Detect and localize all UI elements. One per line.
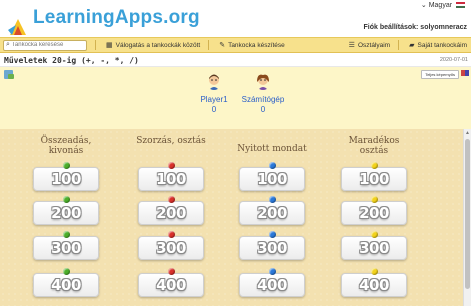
question-card[interactable]: 400 <box>33 268 99 297</box>
question-card[interactable]: 400 <box>138 268 204 297</box>
player-card-1: Player1 0 <box>194 74 234 114</box>
question-card[interactable]: 100 <box>33 162 99 191</box>
app-icon[interactable] <box>4 70 14 79</box>
pin-icon <box>269 196 276 203</box>
logo-icon[interactable] <box>8 16 28 36</box>
pin-icon <box>269 268 276 275</box>
card-value: 300 <box>359 239 389 257</box>
question-card[interactable]: 200 <box>239 196 305 225</box>
search-input[interactable] <box>11 42 82 48</box>
nav-my-apps[interactable]: ▰ Saját tankockáim <box>409 41 468 50</box>
card-value: 400 <box>257 276 287 294</box>
nav-create[interactable]: ✎ Tankocka készítése <box>219 41 285 50</box>
card-value: 100 <box>51 170 81 188</box>
pin-icon <box>168 268 175 275</box>
search-box[interactable]: ⌕ <box>3 39 87 51</box>
player-card-2: Számítógép 0 <box>237 74 289 114</box>
card-value: 200 <box>51 204 81 222</box>
question-card[interactable]: 400 <box>239 268 305 297</box>
category-title: Nyitott mondat <box>237 144 307 154</box>
page-date: 2020-07-01 <box>439 57 468 63</box>
girl-avatar-icon <box>257 74 269 90</box>
pin-icon <box>269 231 276 238</box>
nav-create-label: Tankocka készítése <box>228 41 285 49</box>
pencil-icon: ✎ <box>219 42 226 49</box>
nav-browse[interactable]: ▦ Válogatás a tankockák között <box>106 41 201 50</box>
card-value: 200 <box>257 204 287 222</box>
nav-classes[interactable]: ☰ Osztályaim <box>348 41 391 50</box>
nav-bar: ⌕ ▦ Válogatás a tankockák között ✎ Tanko… <box>0 37 471 53</box>
card-value: 400 <box>156 276 186 294</box>
question-card[interactable]: 100 <box>239 162 305 191</box>
grid-icon: ▦ <box>106 42 113 49</box>
card-value: 100 <box>156 170 186 188</box>
app-title-bar: Műveletek 20-ig (+, -, *, /) 2020-07-01 <box>0 54 471 67</box>
card-value: 200 <box>359 204 389 222</box>
card-value: 100 <box>257 170 287 188</box>
flag-icon[interactable] <box>461 70 469 76</box>
pin-icon <box>63 231 70 238</box>
pin-icon <box>63 162 70 169</box>
player-name: Számítógép <box>241 95 285 104</box>
nav-my-apps-label: Saját tankockáim <box>417 41 468 49</box>
card-value: 200 <box>156 204 186 222</box>
player-score: 0 <box>260 105 266 114</box>
card-value: 300 <box>51 239 81 257</box>
account-link[interactable]: Fiók beállítások: solyomneracz <box>364 24 467 31</box>
question-card[interactable]: 300 <box>33 231 99 260</box>
scroll-up-icon[interactable]: ▲ <box>465 130 470 136</box>
folder-icon: ▰ <box>409 42 415 49</box>
card-value: 300 <box>156 239 186 257</box>
list-icon: ☰ <box>348 42 355 49</box>
pin-icon <box>269 162 276 169</box>
category-title: Maradékos osztás <box>348 136 400 156</box>
card-value: 400 <box>51 276 81 294</box>
pin-icon <box>371 268 378 275</box>
flag-icon <box>456 2 465 9</box>
pin-icon <box>371 162 378 169</box>
fullscreen-button[interactable]: Teljes képernyős <box>421 70 459 79</box>
card-value: 300 <box>257 239 287 257</box>
question-card[interactable]: 300 <box>341 231 407 260</box>
player-score: 0 <box>211 105 217 114</box>
scrollbar-thumb[interactable] <box>465 139 470 289</box>
chevron-down-icon: ⌄ <box>420 2 427 9</box>
category-title: Összeadás, kivonás <box>40 136 92 156</box>
question-card[interactable]: 200 <box>341 196 407 225</box>
divider <box>398 40 400 50</box>
question-card[interactable]: 200 <box>33 196 99 225</box>
category-title: Szorzás, osztás <box>136 136 206 146</box>
divider <box>208 40 210 50</box>
boy-avatar-icon <box>209 74 219 90</box>
search-icon: ⌕ <box>6 41 10 48</box>
players-panel: Teljes képernyős Player1 0 Számítógép 0 <box>0 67 471 129</box>
pin-icon <box>168 196 175 203</box>
pin-icon <box>371 231 378 238</box>
logo-text[interactable]: LearningApps.org <box>33 7 200 29</box>
page-title: Műveletek 20-ig (+, -, *, /) <box>4 56 139 65</box>
site-header: LearningApps.org ⌄ Magyar Fiók beállítás… <box>0 0 471 37</box>
language-selector[interactable]: ⌄ Magyar <box>421 1 465 9</box>
nav-classes-label: Osztályaim <box>357 41 391 49</box>
pin-icon <box>63 268 70 275</box>
pin-icon <box>63 196 70 203</box>
question-card[interactable]: 300 <box>239 231 305 260</box>
card-value: 100 <box>359 170 389 188</box>
pin-icon <box>168 231 175 238</box>
player-name: Player1 <box>200 95 228 104</box>
question-card[interactable]: 100 <box>138 162 204 191</box>
language-label: Magyar <box>428 2 453 9</box>
question-card[interactable]: 200 <box>138 196 204 225</box>
question-card[interactable]: 300 <box>138 231 204 260</box>
pin-icon <box>371 196 378 203</box>
divider <box>95 40 96 50</box>
card-value: 400 <box>359 276 389 294</box>
question-card[interactable]: 100 <box>341 162 407 191</box>
question-card[interactable]: 400 <box>341 268 407 297</box>
pin-icon <box>168 162 175 169</box>
nav-browse-label: Válogatás a tankockák között <box>115 41 201 49</box>
scrollbar[interactable]: ▲ <box>463 129 471 306</box>
game-board: Összeadás, kivonás 100 200 300 400 Szorzás, o… <box>0 129 463 306</box>
